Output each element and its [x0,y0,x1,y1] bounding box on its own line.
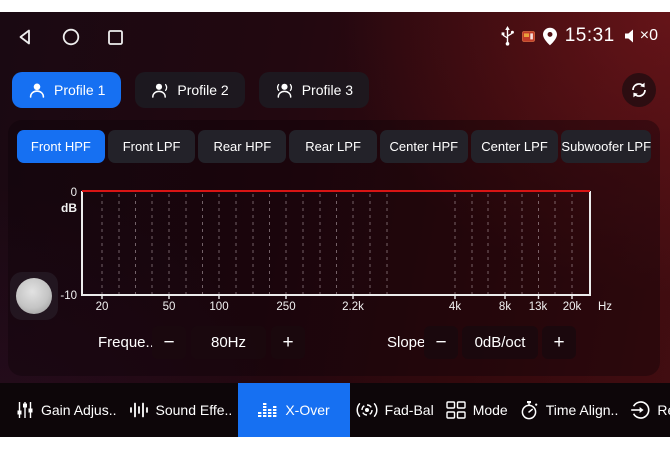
person-2-icon [151,81,169,99]
tab-front-hpf[interactable]: Front HPF [17,130,105,163]
frequency-response-graph: 0 dB -10 20 50 100 250 2.2k 4k 8k 13k 20… [60,180,670,315]
nav-label: Gain Adjus.. [41,402,117,418]
nav-sound-effect[interactable]: Sound Effe.. [123,383,239,437]
gain-sliders-icon [16,401,34,419]
tab-rear-lpf[interactable]: Rear LPF [289,130,377,163]
filter-tab-bar: Front HPF Front LPF Rear HPF Rear LPF Ce… [17,130,651,163]
sd-card-icon [522,31,535,42]
tab-label: Front HPF [31,139,91,154]
nav-fad-bal[interactable]: Fad-Bal [350,383,440,437]
x-tick: 20 [96,301,109,313]
usb-icon [501,26,514,46]
slope-minus-button[interactable]: − [424,326,458,359]
profile-3-button[interactable]: Profile 3 [259,72,369,108]
nav-mode[interactable]: Mode [440,383,514,437]
nav-return[interactable]: Return [624,383,670,437]
nav-label: Sound Effe.. [156,402,233,418]
tab-rear-hpf[interactable]: Rear HPF [198,130,286,163]
android-nav-buttons [17,28,124,46]
x-tick: 250 [276,301,295,313]
tab-label: Rear LPF [305,139,361,154]
nav-label: Fad-Bal [385,402,434,418]
x-axis-unit: Hz [598,301,612,313]
display-area: 15:31 ×0 Profile 1 [0,12,670,437]
refresh-icon [629,80,649,100]
nav-label: Return [657,402,670,418]
grid-lines [102,194,572,295]
slope-value: 0dB/oct [462,326,538,359]
reset-button[interactable] [622,73,656,107]
profile-label: Profile 2 [177,82,228,98]
back-icon[interactable] [17,28,35,46]
x-tick: 4k [449,301,461,313]
y-axis-unit: dB [61,201,77,215]
clock: 15:31 [565,25,615,47]
profile-label: Profile 1 [54,82,105,98]
screen-bezel-bottom [0,437,670,453]
nav-label: Mode [473,402,508,418]
recents-icon[interactable] [107,29,124,46]
equalizer-bars-icon [258,402,278,418]
slope-label: Slope [387,326,425,359]
profile-2-button[interactable]: Profile 2 [135,72,244,108]
tab-label: Center HPF [389,139,458,154]
x-tick: 13k [529,301,548,313]
nav-time-align[interactable]: Time Align.. [514,383,625,437]
x-tick: 2.2k [342,301,364,313]
knob-ball [16,278,52,314]
status-bar: 15:31 ×0 [0,12,670,58]
y-tick-minus10: -10 [60,290,77,302]
floating-assist-knob[interactable] [10,272,58,320]
screen-bezel-top [0,0,670,12]
tab-label: Subwoofer LPF [561,139,651,154]
profile-label: Profile 3 [302,82,353,98]
y-tick-0: 0 [71,187,77,199]
status-icons: 15:31 ×0 [501,20,658,52]
x-tick: 100 [209,301,228,313]
tab-label: Front LPF [123,139,181,154]
profile-1-button[interactable]: Profile 1 [12,72,121,108]
stopwatch-icon [520,400,539,420]
profile-tabs: Profile 1 Profile 2 Profile 3 [12,72,369,108]
fader-balance-icon [356,401,378,419]
location-icon [543,27,557,46]
bottom-nav-bar: Gain Adjus.. Sound Effe.. X-Over [0,383,670,437]
tab-label: Rear HPF [213,139,271,154]
mode-grid-icon [446,401,466,419]
frequency-minus-button[interactable]: − [152,326,186,359]
tab-label: Center LPF [481,139,547,154]
volume-indicator: ×0 [623,27,658,45]
x-tick: 20k [563,301,582,313]
frequency-value: 80Hz [191,326,266,359]
tab-subwoofer-lpf[interactable]: Subwoofer LPF [561,130,651,163]
person-icon [28,81,46,99]
nav-gain-adjust[interactable]: Gain Adjus.. [10,383,123,437]
nav-x-over[interactable]: X-Over [238,383,349,437]
x-tick: 8k [499,301,511,313]
volume-level: ×0 [640,27,658,45]
home-icon[interactable] [62,28,80,46]
tab-front-lpf[interactable]: Front LPF [108,130,196,163]
sound-effect-icon [129,402,149,418]
slope-plus-button[interactable]: + [542,326,576,359]
head-unit-screen: 15:31 ×0 Profile 1 [0,0,670,453]
nav-label: Time Align.. [546,402,619,418]
nav-label: X-Over [285,402,329,418]
tab-center-lpf[interactable]: Center LPF [471,130,559,163]
return-arrow-icon [630,400,650,420]
speaker-muted-icon [623,28,639,44]
x-tick: 50 [163,301,176,313]
person-3-icon [275,81,294,99]
tab-center-hpf[interactable]: Center HPF [380,130,468,163]
frequency-label: Freque.. [98,326,154,359]
frequency-plus-button[interactable]: + [271,326,305,359]
